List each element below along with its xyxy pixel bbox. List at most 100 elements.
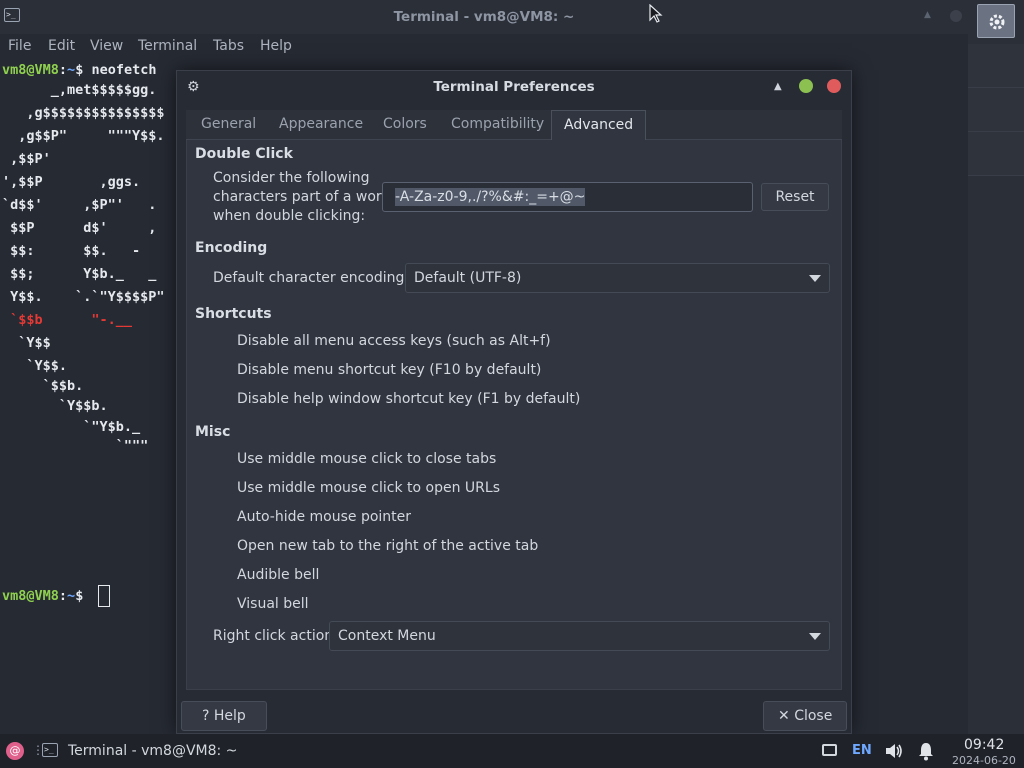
encoding-value: Default (UTF-8) — [414, 270, 522, 286]
encoding-select[interactable]: Default (UTF-8) — [405, 263, 830, 293]
right-click-value: Context Menu — [338, 628, 436, 644]
prompt-separator: : — [58, 588, 68, 604]
close-window-button[interactable] — [827, 79, 841, 93]
bell-icon[interactable] — [916, 741, 936, 761]
taskbar: @ ⋮ >_ Terminal - vm8@VM8: ~ EN 09:42 20… — [0, 734, 1024, 768]
ascii-line: _,met$$$$$gg. — [2, 82, 157, 98]
checkbox-disable-menu-access-keys[interactable]: Disable all menu access keys (such as Al… — [237, 333, 551, 349]
tab-bar: General Appearance Colors Compatibility … — [186, 110, 842, 140]
menu-tabs[interactable]: Tabs — [213, 38, 244, 54]
checkbox-disable-help-shortcut[interactable]: Disable help window shortcut key (F1 by … — [237, 391, 580, 407]
word-chars-value: -A-Za-z0-9,./?%&#:_=+@~ — [395, 188, 586, 206]
close-icon: ✕ — [778, 708, 790, 724]
menu-help[interactable]: Help — [260, 38, 292, 54]
encoding-heading: Encoding — [195, 240, 268, 256]
shortcuts-heading: Shortcuts — [195, 306, 272, 322]
panel-slot[interactable] — [968, 44, 1024, 88]
ascii-line: `"Y$b._ — [2, 419, 141, 435]
prompt-line-1: vm8@VM8:~$ neofetch — [2, 62, 157, 78]
prompt-path: ~ — [67, 588, 76, 604]
ascii-line: $$P d$' , — [2, 220, 157, 236]
menu-view[interactable]: View — [90, 38, 123, 54]
preferences-titlebar[interactable]: ⚙ Terminal Preferences ▲ — [177, 71, 851, 103]
menu-terminal[interactable]: Terminal — [138, 38, 197, 54]
word-chars-input[interactable]: -A-Za-z0-9,./?%&#:_=+@~ — [382, 182, 753, 212]
close-button[interactable]: ✕ Close — [763, 701, 847, 731]
ascii-line: `Y$$. — [2, 358, 68, 374]
terminal-icon: >_ — [42, 743, 58, 757]
volume-icon[interactable] — [884, 742, 904, 760]
ascii-line: `$$b "-.__ — [2, 312, 133, 328]
window-minimize-button[interactable] — [950, 10, 962, 22]
prompt-dollar: $ — [75, 62, 84, 78]
maximize-button[interactable] — [799, 79, 813, 93]
ascii-line: $$: $$. - — [2, 243, 141, 259]
help-icon: ? — [202, 708, 210, 724]
word-chars-label-line: characters part of a word — [213, 189, 391, 205]
encoding-label: Default character encoding: — [213, 270, 410, 286]
ascii-line: `""" — [2, 438, 149, 454]
checkbox-auto-hide-pointer[interactable]: Auto-hide mouse pointer — [237, 509, 411, 525]
word-chars-label-line: Consider the following — [213, 170, 370, 186]
ascii-line: ',$$P ,ggs. — [2, 174, 141, 190]
right-click-label: Right click action: — [213, 628, 338, 644]
tab-colors[interactable]: Colors — [371, 110, 439, 140]
shade-icon[interactable]: ▲ — [774, 81, 782, 92]
terminal-titlebar: >_ Terminal - vm8@VM8: ~ ▲ — [0, 0, 968, 34]
taskbar-task-terminal[interactable]: Terminal - vm8@VM8: ~ — [68, 743, 237, 759]
double-click-heading: Double Click — [195, 146, 293, 162]
tab-general[interactable]: General — [189, 110, 268, 140]
terminal-menubar: File Edit View Terminal Tabs Help — [0, 34, 1024, 58]
prompt-user: vm8@VM8 — [2, 62, 59, 78]
checkbox-visual-bell[interactable]: Visual bell — [237, 596, 309, 612]
clock-date: 2024-06-20 — [952, 754, 1016, 767]
checkbox-middle-click-open-urls[interactable]: Use middle mouse click to open URLs — [237, 480, 500, 496]
help-label: Help — [213, 708, 246, 724]
mouse-pointer-icon — [649, 4, 663, 23]
misc-heading: Misc — [195, 424, 231, 440]
debian-swirl-icon[interactable]: @ — [6, 742, 24, 760]
help-button[interactable]: ? Help — [181, 701, 267, 731]
prompt-user: vm8@VM8 — [2, 588, 59, 604]
typed-command: neofetch — [91, 62, 157, 78]
gear-icon — [989, 14, 1005, 30]
keyboard-layout-indicator[interactable]: EN — [852, 743, 872, 758]
advanced-tab-content: Double Click Consider the following char… — [186, 140, 842, 690]
ascii-line: $$; Y$b._ _ — [2, 266, 157, 282]
chevron-down-icon — [809, 275, 821, 282]
menu-edit[interactable]: Edit — [48, 38, 75, 54]
panel-slot[interactable] — [968, 88, 1024, 132]
window-shade-icon[interactable]: ▲ — [924, 10, 931, 20]
checkbox-middle-click-close-tabs[interactable]: Use middle mouse click to close tabs — [237, 451, 496, 467]
word-chars-label-line: when double clicking: — [213, 208, 366, 224]
side-panel — [968, 0, 1024, 734]
prompt-separator: : — [58, 62, 68, 78]
ascii-line: `Y$$b. — [2, 398, 108, 414]
clock-time[interactable]: 09:42 — [964, 737, 1004, 753]
tab-advanced[interactable]: Advanced — [551, 110, 647, 140]
terminal-cursor — [98, 585, 110, 607]
panel-slot[interactable] — [968, 132, 1024, 176]
preferences-dialog: ⚙ Terminal Preferences ▲ General Appeara… — [176, 70, 852, 734]
dialog-title: Terminal Preferences — [433, 79, 595, 95]
reset-button[interactable]: Reset — [761, 183, 829, 211]
ascii-line: Y$$. `.`"Y$$$$P" — [2, 289, 165, 305]
ascii-line: `d$$' ,$P"' . — [2, 197, 157, 213]
checkbox-disable-menu-shortcut[interactable]: Disable menu shortcut key (F10 by defaul… — [237, 362, 541, 378]
tab-appearance[interactable]: Appearance — [267, 110, 375, 140]
prompt-line-2: vm8@VM8:~$ — [2, 588, 83, 604]
prompt-dollar: $ — [75, 588, 84, 604]
tab-compatibility[interactable]: Compatibility — [439, 110, 556, 140]
close-label: Close — [794, 708, 833, 724]
checkbox-audible-bell[interactable]: Audible bell — [237, 567, 319, 583]
network-icon[interactable] — [822, 744, 837, 756]
ascii-line: ,$$P' — [2, 151, 51, 167]
prompt-path: ~ — [67, 62, 76, 78]
settings-tile[interactable] — [977, 4, 1015, 38]
ascii-line: `$$b. — [2, 378, 84, 394]
menu-file[interactable]: File — [8, 38, 31, 54]
checkbox-new-tab-right[interactable]: Open new tab to the right of the active … — [237, 538, 538, 554]
ascii-line: ,g$$$$$$$$$$$$$$$ — [2, 105, 165, 121]
right-click-action-select[interactable]: Context Menu — [329, 621, 830, 651]
ascii-line: `Y$$ — [2, 335, 51, 351]
